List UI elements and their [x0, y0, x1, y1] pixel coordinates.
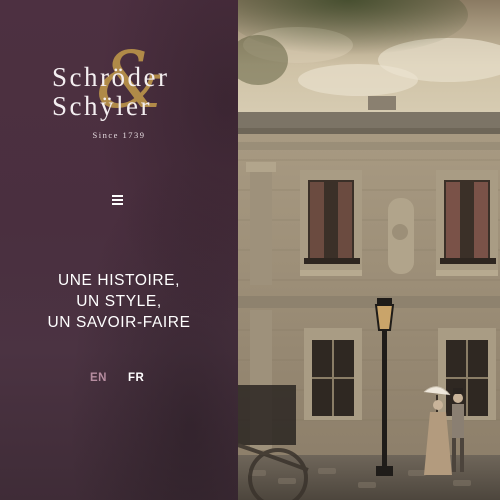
lower-window-left: [304, 328, 362, 420]
hero-illustration: [238, 0, 500, 500]
hero-photo: [238, 0, 500, 500]
brand-logo[interactable]: & Schröder Schÿler Since 1739: [0, 42, 238, 147]
hamburger-menu-icon[interactable]: [109, 191, 127, 209]
language-en-link[interactable]: EN: [90, 372, 107, 384]
tagline-line-1: UNE HISTOIRE,: [57, 272, 181, 289]
logo-word-schyler: Schÿler: [52, 91, 152, 121]
tagline: UNE HISTOIRE, UN STYLE, UN SAVOIR-FAIRE: [0, 270, 238, 333]
logo-word-schroder: Schröder: [52, 62, 170, 92]
tagline-line-3: UN SAVOIR-FAIRE: [47, 314, 191, 331]
language-switcher: EN FR: [0, 372, 238, 388]
logo-since: Since 1739: [92, 130, 146, 140]
side-panel: & Schröder Schÿler Since 1739 UNE HISTOI…: [0, 0, 238, 500]
roof: [238, 112, 500, 130]
string-course: [238, 296, 500, 308]
language-fr-link[interactable]: FR: [128, 372, 144, 384]
upper-window-left: [300, 170, 362, 276]
lower-window-right: [438, 328, 496, 420]
upper-window-right: [436, 170, 498, 276]
tagline-line-2: UN STYLE,: [76, 293, 162, 310]
